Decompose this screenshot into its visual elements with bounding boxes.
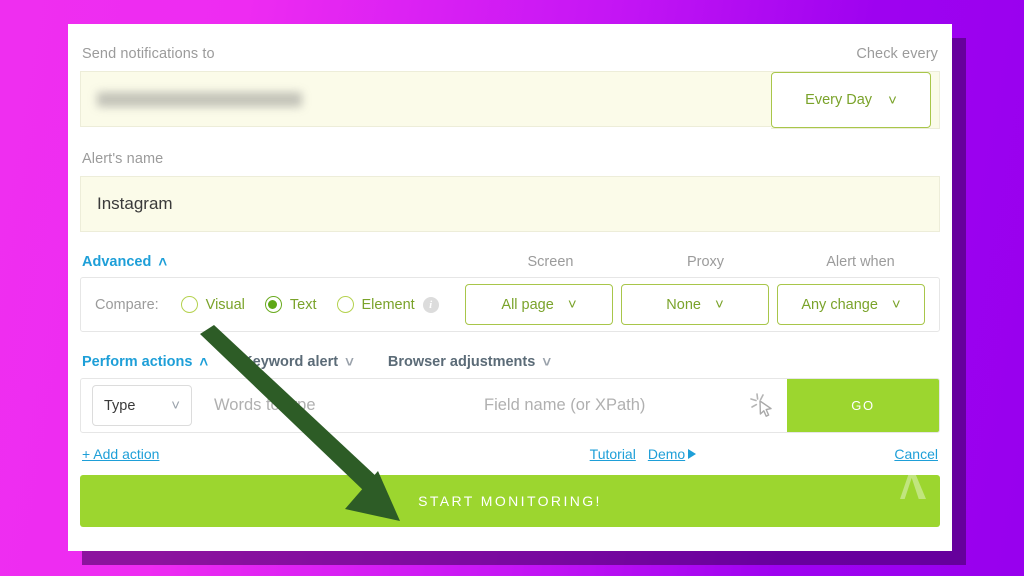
radio-visual-label: Visual (205, 296, 245, 313)
advanced-toggle[interactable]: Advanced ˄ (82, 254, 167, 270)
go-button-label: GO (851, 398, 875, 413)
radio-visual-icon[interactable] (180, 296, 198, 313)
chevron-down-icon: ˅ (891, 296, 901, 313)
send-notifications-label: Send notifications to (82, 46, 215, 62)
proxy-select[interactable]: None ˅ (621, 284, 769, 325)
tab-browser-adjustments-label: Browser adjustments (387, 354, 536, 370)
alert-settings-card: Send notifications to Check every Every … (68, 24, 952, 551)
column-header-alert-when: Alert when (826, 254, 895, 270)
alert-name-header-row: Alert's name (80, 151, 940, 176)
column-header-screen: Screen (527, 254, 574, 270)
email-field[interactable] (80, 71, 771, 127)
advanced-header-row: Advanced ˄ Screen Proxy Alert when (80, 254, 940, 277)
column-header-proxy: Proxy (686, 254, 725, 270)
field-name-input[interactable]: Field name (or XPath) (462, 396, 749, 415)
radio-element-label: Element (361, 296, 415, 313)
action-tabs: Perform actions ˄ Keyword alert ˅ Browse… (80, 354, 940, 378)
tutorial-link[interactable]: Tutorial (590, 446, 636, 462)
add-action-link[interactable]: + Add action (82, 446, 159, 462)
chevron-down-icon: ˅ (171, 397, 180, 414)
chevron-down-icon: ˅ (714, 296, 724, 313)
notifications-row: Every Day ˅ (80, 71, 940, 129)
tab-browser-adjustments[interactable]: Browser adjustments ˅ (388, 354, 551, 370)
compare-label: Compare: (95, 296, 159, 313)
screen-select-value: All page (501, 296, 554, 313)
compare-options: Compare: Visual Text Element i (95, 296, 439, 313)
radio-element-icon[interactable] (336, 296, 354, 313)
proxy-select-value: None (666, 296, 701, 313)
words-to-type-input[interactable]: Words to type (192, 396, 462, 415)
email-value (97, 91, 755, 107)
action-row: Type ˅ Words to type Field name (or XPat… (80, 378, 940, 433)
check-every-wrapper: Every Day ˅ (771, 71, 940, 129)
chevron-down-icon: ˅ (542, 353, 552, 371)
tab-perform-actions-label: Perform actions (82, 354, 193, 370)
notifications-header-row: Send notifications to Check every (80, 46, 940, 71)
help-links: Tutorial Demo (590, 446, 697, 462)
start-monitoring-button[interactable]: START MONITORING! (80, 475, 940, 527)
button-glint-decoration (900, 475, 926, 499)
action-links-row: + Add action Tutorial Demo Cancel (80, 433, 940, 462)
demo-link[interactable]: Demo (648, 446, 697, 462)
action-type-value: Type (104, 397, 136, 414)
check-every-select[interactable]: Every Day ˅ (771, 72, 931, 128)
click-cursor-icon[interactable] (749, 391, 779, 421)
advanced-column-headers: Screen Proxy Alert when (473, 254, 938, 270)
screen-select[interactable]: All page ˅ (465, 284, 613, 325)
redacted-email-blur (97, 91, 302, 107)
cancel-link[interactable]: Cancel (894, 446, 938, 462)
info-icon[interactable]: i (422, 296, 439, 313)
tab-keyword-alert[interactable]: Keyword alert ˅ (242, 354, 354, 370)
alert-name-value: Instagram (97, 194, 173, 213)
tab-perform-actions[interactable]: Perform actions ˄ (82, 354, 208, 370)
radio-text-label: Text (289, 296, 317, 313)
radio-option-visual[interactable]: Visual (180, 296, 245, 313)
start-monitoring-label: START MONITORING! (418, 493, 602, 509)
alert-when-select-value: Any change (801, 296, 878, 313)
alert-when-select[interactable]: Any change ˅ (777, 284, 925, 325)
radio-option-text[interactable]: Text (264, 296, 317, 313)
alert-name-input[interactable]: Instagram (80, 176, 940, 232)
check-every-label: Check every (856, 46, 938, 62)
alert-name-label: Alert's name (82, 151, 164, 167)
tab-keyword-alert-label: Keyword alert (242, 354, 339, 370)
demo-link-label[interactable]: Demo (648, 446, 685, 462)
chevron-down-icon: ˅ (567, 296, 577, 313)
radio-text-icon[interactable] (264, 296, 282, 313)
radio-option-element[interactable]: Element i (336, 296, 439, 313)
chevron-up-icon: ˄ (199, 353, 209, 371)
chevron-down-icon: ˅ (345, 353, 354, 371)
play-triangle-icon (688, 449, 697, 459)
chevron-down-icon: ˅ (888, 91, 897, 109)
go-button[interactable]: GO (787, 379, 939, 432)
chevron-up-icon: ˄ (158, 253, 168, 271)
advanced-label: Advanced (82, 254, 152, 270)
advanced-selects: All page ˅ None ˅ Any change ˅ (465, 284, 925, 325)
action-type-select[interactable]: Type ˅ (92, 385, 192, 426)
compare-bar: Compare: Visual Text Element i All page … (80, 277, 940, 332)
check-every-value: Every Day (805, 92, 873, 108)
